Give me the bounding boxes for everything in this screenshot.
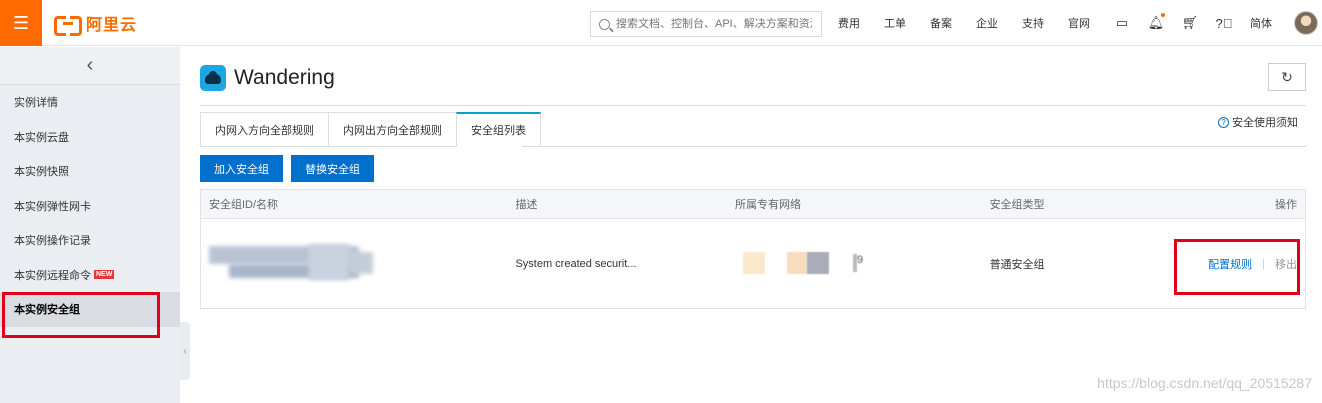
help-circle-icon: ? — [1218, 116, 1229, 128]
chevron-left-icon[interactable]: ‹ — [0, 47, 180, 85]
sidebar-item-snapshots[interactable]: 本实例快照 — [0, 154, 180, 189]
sidebar-item-label: 实例详情 — [14, 97, 58, 110]
security-group-id-cell — [201, 243, 515, 284]
description-cell: System created securit... — [515, 257, 637, 270]
action-buttons: 加入安全组 替换安全组 — [200, 155, 382, 182]
divider — [522, 146, 1306, 147]
avatar[interactable] — [1294, 11, 1318, 35]
sidebar: ‹ 实例详情 本实例云盘 本实例快照 本实例弹性网卡 本实例操作记录 本实例远程… — [0, 47, 180, 403]
notice-label: 安全使用须知 — [1232, 117, 1298, 129]
tab-outbound-rules[interactable]: 内网出方向全部规则 — [328, 112, 456, 147]
table-row: System created securit... 9 普通安全组 配置规则 |… — [201, 219, 1305, 308]
refresh-icon: ↻ — [1281, 68, 1293, 85]
terminal-icon[interactable]: ▭ — [1114, 15, 1130, 31]
redacted-vpc: 9 — [735, 251, 865, 276]
title-row: Wandering — [200, 63, 335, 93]
security-group-table: 安全组ID/名称 描述 所属专有网络 安全组类型 操作 System creat… — [200, 189, 1306, 309]
help-icon[interactable]: ?⃝ — [1216, 15, 1233, 31]
type-cell: 普通安全组 — [989, 258, 1045, 271]
sidebar-item-instance-details[interactable]: 实例详情 — [0, 85, 180, 120]
search-icon — [599, 18, 610, 30]
tab-inbound-rules[interactable]: 内网入方向全部规则 — [200, 112, 328, 147]
column-header-description: 描述 — [515, 199, 538, 211]
join-security-group-button[interactable]: 加入安全组 — [200, 155, 283, 182]
sidebar-item-label: 本实例远程命令 — [14, 269, 91, 282]
sidebar-item-label: 本实例操作记录 — [14, 235, 91, 248]
cart-icon[interactable]: 🛒︎ — [1182, 15, 1199, 31]
search-input[interactable] — [616, 18, 812, 30]
global-search[interactable] — [590, 11, 822, 37]
vpc-suffix: 9 — [857, 253, 864, 266]
sidebar-item-eni[interactable]: 本实例弹性网卡 — [0, 189, 180, 224]
nav-official-site[interactable]: 官网 — [1068, 15, 1090, 31]
bell-icon[interactable]: 🔔︎ — [1148, 13, 1165, 31]
security-notice-link[interactable]: ? 安全使用须知 — [1218, 114, 1298, 130]
column-header-type: 安全组类型 — [989, 199, 1045, 211]
language-switch[interactable]: 简体 — [1250, 15, 1272, 31]
column-header-id: 安全组ID/名称 — [209, 199, 279, 211]
redacted-id — [209, 243, 379, 284]
sidebar-item-remote-commands[interactable]: 本实例远程命令 NEW — [0, 258, 180, 293]
page-title: Wandering — [234, 66, 335, 89]
nav-icp[interactable]: 备案 — [930, 15, 952, 31]
tabs: 内网入方向全部规则 内网出方向全部规则 安全组列表 — [200, 112, 541, 147]
notification-dot — [1161, 13, 1165, 17]
nav-billing[interactable]: 费用 — [838, 15, 860, 31]
logo-mark-icon — [54, 14, 82, 36]
aliyun-logo[interactable]: 阿里云 — [54, 12, 138, 36]
ecs-instance-icon — [200, 65, 226, 91]
top-nav: 费用 工单 备案 企业 支持 官网 ▭ 🔔︎ 🛒︎ ?⃝ 简体 — [838, 0, 1318, 46]
hamburger-icon[interactable]: ☰ — [0, 0, 42, 46]
nav-ticket[interactable]: 工单 — [884, 15, 906, 31]
vpc-cell[interactable]: 9 — [735, 251, 990, 276]
logo-text: 阿里云 — [86, 17, 138, 34]
tab-security-group-list[interactable]: 安全组列表 — [456, 112, 541, 147]
sidebar-item-operation-logs[interactable]: 本实例操作记录 — [0, 223, 180, 258]
sidebar-item-label: 本实例快照 — [14, 166, 69, 179]
table-header: 安全组ID/名称 描述 所属专有网络 安全组类型 操作 — [201, 190, 1305, 219]
highlight-box-actions — [1174, 239, 1300, 295]
watermark: https://blog.csdn.net/qq_20515287 — [1097, 375, 1312, 391]
top-bar: ☰ 阿里云 费用 工单 备案 企业 支持 官网 ▭ 🔔︎ 🛒︎ ?⃝ 简体 — [0, 0, 1322, 46]
collapse-sidebar-handle[interactable]: ‹ — [180, 322, 190, 380]
column-header-actions: 操作 — [1275, 199, 1297, 211]
sidebar-item-label: 本实例云盘 — [14, 131, 69, 144]
nav-enterprise[interactable]: 企业 — [976, 15, 998, 31]
divider — [200, 105, 1306, 106]
replace-security-group-button[interactable]: 替换安全组 — [291, 155, 374, 182]
nav-support[interactable]: 支持 — [1022, 15, 1044, 31]
highlight-box-sidebar — [2, 292, 160, 338]
column-header-vpc: 所属专有网络 — [735, 199, 802, 211]
sidebar-item-label: 本实例弹性网卡 — [14, 200, 91, 213]
sidebar-item-disks[interactable]: 本实例云盘 — [0, 120, 180, 155]
refresh-button[interactable]: ↻ — [1268, 63, 1306, 91]
new-badge: NEW — [94, 270, 115, 280]
